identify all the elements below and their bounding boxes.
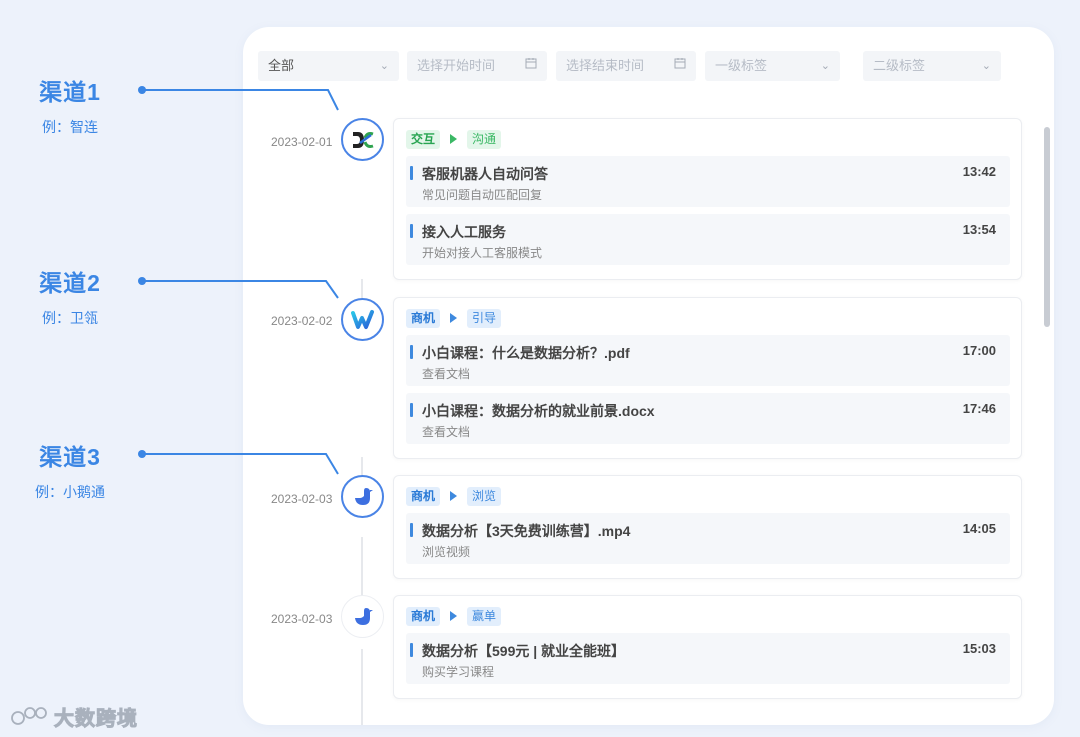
item-title: 接入人工服务 [422,224,506,240]
chevron-down-icon: ⌄ [981,60,991,72]
secondary-tag: 浏览 [467,486,502,506]
item-subtitle: 常见问题自动匹配回复 [422,188,543,202]
annotation-title: 渠道1 [39,79,101,105]
timeline-line [361,649,363,725]
level1-tag-select[interactable]: 一级标签 ⌄ [705,51,840,81]
caret-right-icon [450,313,458,323]
annotation-example: 例：卫瓴 [42,310,98,326]
item-time: 17:00 [962,343,996,358]
annotation-channel-3: 渠道3 例：小鹅通 [0,438,140,502]
secondary-tag: 赢单 [467,606,502,626]
item-time: 15:03 [962,641,996,656]
item-title: 数据分析【3天免费训练营】.mp4 [422,523,631,539]
annotation-title: 渠道2 [39,270,101,296]
end-time-placeholder: 选择结束时间 [566,58,645,73]
item-time: 13:54 [962,222,996,237]
annotation-example: 例：小鹅通 [35,484,105,500]
xiaoetong-goose-icon [341,475,384,518]
secondary-tag: 沟通 [467,129,502,149]
timeline-date: 2023-02-02 [271,314,333,328]
start-time-placeholder: 选择开始时间 [417,58,496,73]
list-item[interactable]: 接入人工服务 开始对接人工客服模式 13:54 [406,214,1010,265]
level1-tag-placeholder: 一级标签 [715,58,768,73]
timeline-line [361,457,363,477]
tag-group: 商机 赢单 [406,606,502,626]
list-item[interactable]: 小白课程：什么是数据分析？.pdf 查看文档 17:00 [406,335,1010,386]
start-time-picker[interactable]: 选择开始时间 [407,51,547,81]
watermark-logo-icon [11,706,47,725]
caret-right-icon [450,134,458,144]
channel-select[interactable]: 全部 ⌄ [258,51,399,81]
timeline-card: 商机 引导 小白课程：什么是数据分析？.pdf 查看文档 17:00 小白课程：… [393,297,1022,459]
timeline-card: 交互 沟通 客服机器人自动问答 常见问题自动匹配回复 13:42 接入人工服务 … [393,118,1022,280]
primary-tag: 商机 [406,308,441,328]
list-item[interactable]: 小白课程：数据分析的就业前景.docx 查看文档 17:46 [406,393,1010,444]
caret-right-icon [450,611,458,621]
chevron-down-icon: ⌄ [379,60,389,72]
list-item[interactable]: 数据分析【599元 | 就业全能班】 购买学习课程 15:03 [406,633,1010,684]
list-item[interactable]: 客服机器人自动问答 常见问题自动匹配回复 13:42 [406,156,1010,207]
item-subtitle: 购买学习课程 [422,665,495,679]
item-title: 小白课程：数据分析的就业前景.docx [422,403,655,419]
accent-bar [410,166,413,180]
level2-tag-select[interactable]: 二级标签 ⌄ [863,51,1001,81]
item-time: 17:46 [962,401,996,416]
weiling-logo-icon [341,298,384,341]
timeline-line [361,537,363,599]
tag-group: 商机 引导 [406,308,502,328]
chevron-down-icon: ⌄ [820,60,830,72]
item-subtitle: 查看文档 [422,367,471,381]
timeline-date: 2023-02-01 [271,135,333,149]
timeline-line [361,279,363,299]
level2-tag-placeholder: 二级标签 [873,58,926,73]
accent-bar [410,224,413,238]
accent-bar [410,523,413,537]
item-subtitle: 查看文档 [422,425,471,439]
calendar-icon [525,51,537,81]
annotation-channel-2: 渠道2 例：卫瓴 [0,264,140,328]
item-time: 14:05 [962,521,996,536]
xiaoetong-goose-icon [341,595,384,638]
annotation-channel-1: 渠道1 例：智连 [0,73,140,137]
primary-tag: 商机 [406,606,441,626]
annotation-title: 渠道3 [39,444,101,470]
tag-group: 商机 浏览 [406,486,502,506]
accent-bar [410,345,413,359]
tag-group: 交互 沟通 [406,129,502,149]
item-time: 13:42 [962,164,996,179]
end-time-picker[interactable]: 选择结束时间 [556,51,696,81]
item-title: 客服机器人自动问答 [422,166,548,182]
caret-right-icon [450,491,458,501]
channel-select-value: 全部 [268,58,295,73]
primary-tag: 交互 [406,129,441,149]
secondary-tag: 引导 [467,308,502,328]
timeline-card: 商机 浏览 数据分析【3天免费训练营】.mp4 浏览视频 14:05 [393,475,1022,579]
zhilian-logo-icon [341,118,384,161]
accent-bar [410,643,413,657]
annotation-example: 例：智连 [42,119,98,135]
watermark-text: 大数跨境 [54,708,138,731]
timeline-card: 商机 赢单 数据分析【599元 | 就业全能班】 购买学习课程 15:03 [393,595,1022,699]
primary-tag: 商机 [406,486,441,506]
list-item[interactable]: 数据分析【3天免费训练营】.mp4 浏览视频 14:05 [406,513,1010,564]
timeline-panel: 全部 ⌄ 选择开始时间 选择结束时间 一级标签 ⌄ 二级标签 ⌄ 2023-02… [243,27,1054,725]
item-title: 小白课程：什么是数据分析？.pdf [422,345,630,361]
accent-bar [410,403,413,417]
item-title: 数据分析【599元 | 就业全能班】 [422,643,626,659]
scrollbar[interactable] [1044,127,1050,327]
timeline-date: 2023-02-03 [271,492,333,506]
item-subtitle: 浏览视频 [422,545,471,559]
watermark: 大数跨境 [10,702,138,731]
calendar-icon [674,51,686,81]
timeline-date: 2023-02-03 [271,612,333,626]
item-subtitle: 开始对接人工客服模式 [422,246,543,260]
